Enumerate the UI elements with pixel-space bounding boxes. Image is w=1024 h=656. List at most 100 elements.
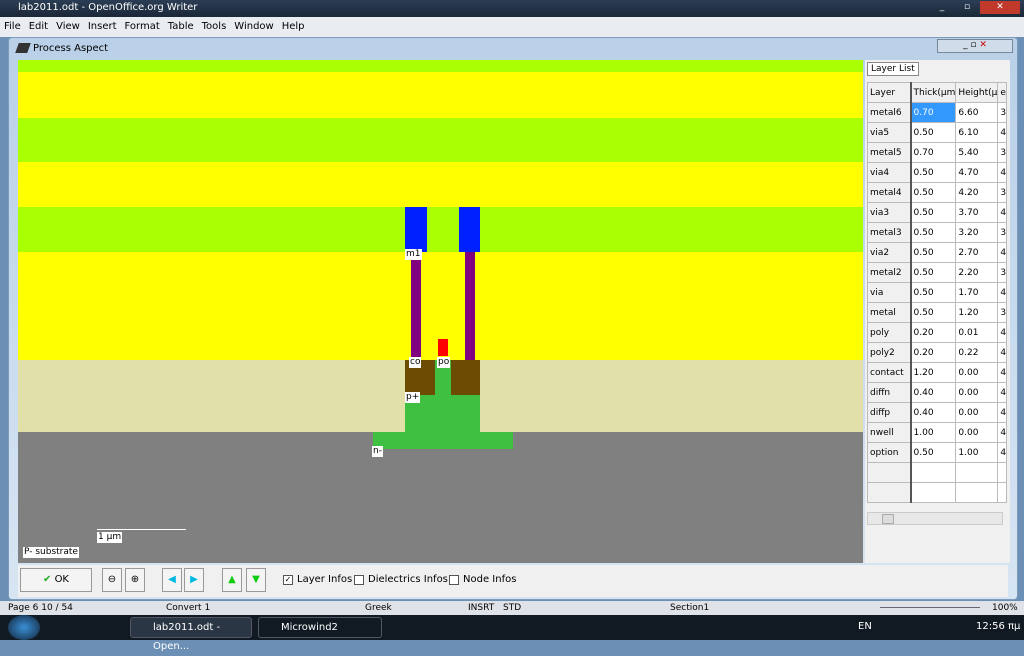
table-row[interactable]: diffp 0.40 0.00 4 — [867, 402, 1008, 423]
table-row[interactable]: poly2 0.20 0.22 4 — [867, 342, 1008, 363]
table-cell[interactable]: via — [867, 282, 912, 303]
table-cell[interactable] — [997, 482, 1008, 503]
table-row[interactable]: metal5 0.70 5.40 3 — [867, 142, 1008, 163]
table-row[interactable]: metal3 0.50 3.20 3 — [867, 222, 1008, 243]
table-row[interactable]: nwell 1.00 0.00 4 — [867, 422, 1008, 443]
table-cell[interactable]: 0.00 — [955, 402, 999, 423]
table-cell[interactable]: 0.70 — [909, 102, 957, 123]
zoom-out-button[interactable]: ⊖ — [102, 568, 122, 592]
table-cell[interactable] — [997, 462, 1008, 483]
table-cell[interactable]: 0.20 — [909, 322, 957, 343]
dielectrics-infos-checkbox[interactable] — [354, 575, 364, 585]
table-cell[interactable]: 4 — [997, 162, 1008, 183]
table-cell[interactable]: 5.40 — [955, 142, 999, 163]
table-cell[interactable]: 4 — [997, 422, 1008, 443]
table-cell[interactable]: 0.50 — [909, 282, 957, 303]
table-cell[interactable]: 1.20 — [909, 362, 957, 383]
table-cell[interactable]: metal6 — [867, 102, 912, 123]
table-cell[interactable]: 0.50 — [909, 202, 957, 223]
table-cell[interactable]: 0.50 — [909, 242, 957, 263]
zoom-slider[interactable] — [880, 607, 980, 608]
table-row[interactable]: via4 0.50 4.70 4 — [867, 162, 1008, 183]
zoom-in-button[interactable]: ⊕ — [125, 568, 145, 592]
scroll-left-button[interactable]: ◀ — [162, 568, 182, 592]
table-cell[interactable] — [867, 482, 912, 503]
layer-infos-checkbox[interactable]: ✓ — [283, 575, 293, 585]
taskbar-item-microwind[interactable]: Microwind2 — [258, 617, 382, 638]
table-cell[interactable]: 4 — [997, 362, 1008, 383]
maximize-button[interactable]: ▫ — [955, 1, 979, 14]
table-cell[interactable]: 3.20 — [955, 222, 999, 243]
scroll-right-button[interactable]: ▶ — [184, 568, 204, 592]
table-cell[interactable]: 4 — [997, 322, 1008, 343]
status-insert-mode[interactable]: INSRT — [468, 601, 494, 615]
close-button[interactable]: ✕ — [980, 1, 1020, 14]
table-row[interactable]: option 0.50 1.00 4 — [867, 442, 1008, 463]
table-cell[interactable]: via5 — [867, 122, 912, 143]
scroll-thumb[interactable] — [882, 514, 894, 524]
column-header[interactable]: e — [997, 82, 1008, 103]
scroll-down-button[interactable]: ▼ — [246, 568, 266, 592]
table-cell[interactable] — [909, 462, 957, 483]
table-cell[interactable]: poly2 — [867, 342, 912, 363]
cross-section-canvas[interactable]: m1 co po p+ n- 1 µm P- substrate — [18, 60, 863, 563]
menu-insert[interactable]: Insert — [88, 21, 117, 32]
table-cell[interactable]: 4 — [997, 122, 1008, 143]
menu-help[interactable]: Help — [282, 21, 305, 32]
minimize-button[interactable]: _ — [930, 1, 954, 14]
table-row[interactable] — [867, 462, 1008, 483]
table-cell[interactable]: 1.70 — [955, 282, 999, 303]
table-cell[interactable]: 6.10 — [955, 122, 999, 143]
table-row[interactable]: via2 0.50 2.70 4 — [867, 242, 1008, 263]
table-cell[interactable]: 0.01 — [955, 322, 999, 343]
table-cell[interactable]: 1.00 — [955, 442, 999, 463]
table-cell[interactable]: 1.00 — [909, 422, 957, 443]
table-cell[interactable]: option — [867, 442, 912, 463]
table-cell[interactable]: 0.00 — [955, 362, 999, 383]
column-header[interactable]: Height(µ — [955, 82, 999, 103]
table-row[interactable]: contact 1.20 0.00 4 — [867, 362, 1008, 383]
table-row[interactable]: poly 0.20 0.01 4 — [867, 322, 1008, 343]
ok-button[interactable]: ✔ OK — [20, 568, 92, 592]
menu-format[interactable]: Format — [125, 21, 160, 32]
table-cell[interactable]: 4 — [997, 402, 1008, 423]
table-cell[interactable]: 0.40 — [909, 382, 957, 403]
table-cell[interactable]: 6.60 — [955, 102, 999, 123]
table-cell[interactable]: nwell — [867, 422, 912, 443]
table-cell[interactable]: 0.50 — [909, 222, 957, 243]
table-cell[interactable]: diffn — [867, 382, 912, 403]
table-cell[interactable]: 4.70 — [955, 162, 999, 183]
table-cell[interactable]: metal2 — [867, 262, 912, 283]
table-cell[interactable]: 4.20 — [955, 182, 999, 203]
table-cell[interactable]: 3 — [997, 142, 1008, 163]
table-cell[interactable]: 0.20 — [909, 342, 957, 363]
table-cell[interactable]: 0.22 — [955, 342, 999, 363]
table-cell[interactable]: 3 — [997, 102, 1008, 123]
table-row[interactable]: metal6 0.70 6.60 3 — [867, 102, 1008, 123]
table-cell[interactable]: 0.40 — [909, 402, 957, 423]
table-cell[interactable] — [955, 462, 999, 483]
table-cell[interactable]: contact — [867, 362, 912, 383]
menu-window[interactable]: Window — [234, 21, 273, 32]
dialog-window-controls[interactable]: _ ▫ ✕ — [937, 39, 1013, 53]
start-button[interactable] — [8, 615, 40, 640]
table-cell[interactable]: 3 — [997, 302, 1008, 323]
table-row[interactable]: diffn 0.40 0.00 4 — [867, 382, 1008, 403]
table-cell[interactable]: 0.00 — [955, 422, 999, 443]
taskbar-item-writer[interactable]: lab2011.odt - Open... — [130, 617, 252, 652]
table-cell[interactable]: 4 — [997, 242, 1008, 263]
column-header[interactable]: Layer — [867, 82, 912, 103]
table-row[interactable]: via5 0.50 6.10 4 — [867, 122, 1008, 143]
menu-edit[interactable]: Edit — [29, 21, 48, 32]
table-row[interactable]: metal4 0.50 4.20 3 — [867, 182, 1008, 203]
language-indicator[interactable]: EN — [858, 621, 872, 632]
table-row[interactable]: metal 0.50 1.20 3 — [867, 302, 1008, 323]
table-cell[interactable]: metal — [867, 302, 912, 323]
horizontal-scrollbar[interactable] — [867, 512, 1003, 525]
table-cell[interactable]: via3 — [867, 202, 912, 223]
table-cell[interactable] — [909, 482, 957, 503]
table-cell[interactable]: 4 — [997, 282, 1008, 303]
table-cell[interactable]: 4 — [997, 382, 1008, 403]
table-cell[interactable] — [955, 482, 999, 503]
table-cell[interactable]: metal5 — [867, 142, 912, 163]
